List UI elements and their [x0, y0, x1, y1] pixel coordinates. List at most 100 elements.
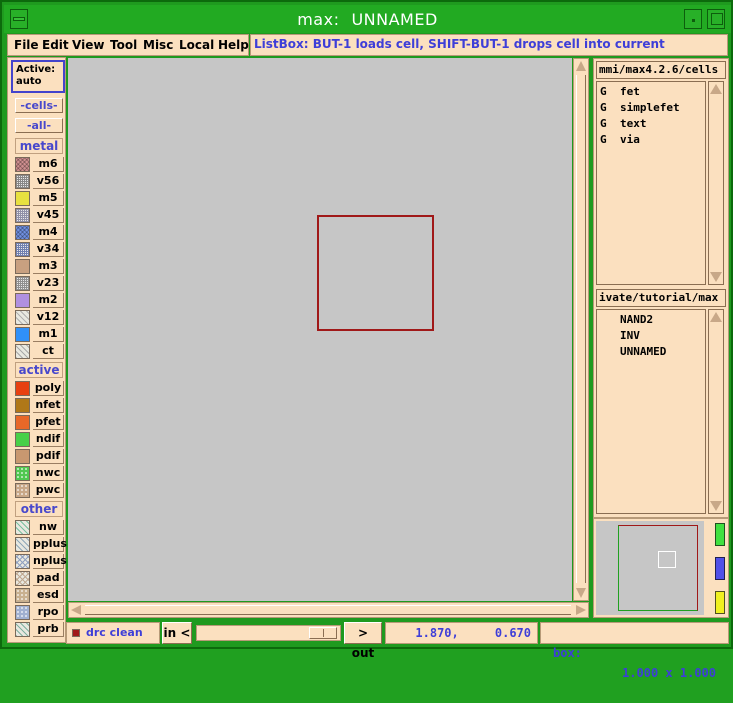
layer-swatch-pwc[interactable]: [15, 483, 30, 498]
layer-v45[interactable]: v45: [13, 207, 65, 224]
layer-swatch-v12[interactable]: [15, 310, 30, 325]
directory-scroll-up-icon[interactable]: [710, 312, 722, 322]
group-metal-header[interactable]: metal: [15, 138, 63, 154]
group-other-header[interactable]: other: [15, 501, 63, 517]
layer-button-m6[interactable]: m6: [33, 157, 64, 172]
layer-m4[interactable]: m4: [13, 224, 65, 241]
layer-esd[interactable]: esd: [13, 587, 65, 604]
horizontal-scroll-thumb[interactable]: [85, 605, 571, 615]
layer-prb[interactable]: prb: [13, 621, 65, 638]
layer-swatch-v23[interactable]: [15, 276, 30, 291]
layer-swatch-m4[interactable]: [15, 225, 30, 240]
layer-button-m5[interactable]: m5: [33, 191, 64, 206]
layer-swatch-ndif[interactable]: [15, 432, 30, 447]
layer-button-pwc[interactable]: pwc: [33, 483, 64, 498]
layer-swatch-ct[interactable]: [15, 344, 30, 359]
library-cell-item[interactable]: Gvia: [597, 133, 703, 148]
canvas-horizontal-scrollbar[interactable]: [68, 602, 589, 618]
directory-scroll-down-icon[interactable]: [710, 501, 722, 511]
layer-button-pdif[interactable]: pdif: [33, 449, 64, 464]
drc-status[interactable]: drc clean: [66, 622, 160, 644]
zoom-in-button[interactable]: in <: [162, 622, 192, 644]
group-active-header[interactable]: active: [15, 362, 63, 378]
layer-swatch-v34[interactable]: [15, 242, 30, 257]
layer-swatch-m5[interactable]: [15, 191, 30, 206]
overview-panel[interactable]: [593, 518, 729, 618]
layer-swatch-poly[interactable]: [15, 381, 30, 396]
menu-view[interactable]: View: [72, 38, 104, 52]
library-cell-item[interactable]: Gsimplefet: [597, 101, 703, 116]
menu-misc[interactable]: Misc: [143, 38, 173, 52]
layer-button-esd[interactable]: esd: [33, 588, 64, 603]
layer-button-pplus[interactable]: pplus: [33, 537, 67, 552]
layer-swatch-prb[interactable]: [15, 622, 30, 637]
layer-ndif[interactable]: ndif: [13, 431, 65, 448]
layer-button-nfet[interactable]: nfet: [33, 398, 64, 413]
layer-swatch-pdif[interactable]: [15, 449, 30, 464]
layer-button-poly[interactable]: poly: [33, 381, 64, 396]
menu-tool[interactable]: Tool: [110, 38, 137, 52]
layer-button-pad[interactable]: pad: [33, 571, 64, 586]
directory-cell-list[interactable]: NAND2 INV UNNAMED: [596, 309, 706, 514]
blue-indicator-icon[interactable]: [715, 557, 725, 580]
layer-button-m4[interactable]: m4: [33, 225, 64, 240]
layer-button-rpo[interactable]: rpo: [33, 605, 64, 620]
layer-button-pfet[interactable]: pfet: [33, 415, 64, 430]
cell-bounding-box[interactable]: [317, 215, 434, 331]
layer-swatch-pplus[interactable]: [15, 537, 30, 552]
menu-edit[interactable]: Edit: [42, 38, 69, 52]
layer-rpo[interactable]: rpo: [13, 604, 65, 621]
layer-button-ct[interactable]: ct: [33, 344, 64, 359]
scroll-up-arrow-icon[interactable]: [576, 61, 586, 71]
layer-nplus[interactable]: nplus: [13, 553, 67, 570]
menu-file[interactable]: File: [14, 38, 39, 52]
library-scroll-up-icon[interactable]: [710, 84, 722, 94]
cells-filter-button[interactable]: -cells-: [15, 98, 63, 113]
layer-button-prb[interactable]: prb: [33, 622, 64, 637]
layer-swatch-v45[interactable]: [15, 208, 30, 223]
library-scroll-down-icon[interactable]: [710, 272, 722, 282]
layer-v56[interactable]: v56: [13, 173, 65, 190]
layer-m5[interactable]: m5: [13, 190, 65, 207]
layer-button-m1[interactable]: m1: [33, 327, 64, 342]
directory-cell-item[interactable]: UNNAMED: [620, 345, 666, 359]
layer-pad[interactable]: pad: [13, 570, 65, 587]
yellow-indicator-icon[interactable]: [715, 591, 725, 614]
layout-canvas[interactable]: [68, 58, 572, 601]
canvas-vertical-scrollbar[interactable]: [573, 58, 589, 601]
zoom-slider-thumb[interactable]: [309, 627, 337, 639]
menu-help[interactable]: Help: [218, 38, 249, 52]
layer-nw[interactable]: nw: [13, 519, 65, 536]
layer-swatch-nplus[interactable]: [15, 554, 30, 569]
library-cell-item[interactable]: Gfet: [597, 85, 703, 100]
layer-button-v56[interactable]: v56: [33, 174, 64, 189]
directory-cell-item[interactable]: NAND2: [620, 313, 653, 327]
layer-swatch-nwc[interactable]: [15, 466, 30, 481]
layer-button-nplus[interactable]: nplus: [33, 554, 67, 569]
layer-poly[interactable]: poly: [13, 380, 65, 397]
layer-pplus[interactable]: pplus: [13, 536, 67, 553]
title-bar[interactable]: max: UNNAMED: [4, 5, 731, 33]
layer-nwc[interactable]: nwc: [13, 465, 65, 482]
zoom-out-button[interactable]: > out: [344, 622, 382, 660]
layer-button-nw[interactable]: nw: [33, 520, 64, 535]
library-cell-list[interactable]: Gfet Gsimplefet Gtext Gvia: [596, 81, 706, 285]
layer-nfet[interactable]: nfet: [13, 397, 65, 414]
layer-swatch-m1[interactable]: [15, 327, 30, 342]
all-filter-button[interactable]: -all-: [15, 118, 63, 133]
library-cell-item[interactable]: Gtext: [597, 117, 703, 132]
layer-ct[interactable]: ct: [13, 343, 65, 360]
layer-button-v23[interactable]: v23: [33, 276, 64, 291]
library-list-scrollbar[interactable]: [708, 81, 724, 285]
active-layer-indicator[interactable]: Active: auto: [11, 60, 65, 93]
overview-map[interactable]: [596, 521, 704, 615]
directory-list-scrollbar[interactable]: [708, 309, 724, 514]
layer-swatch-m2[interactable]: [15, 293, 30, 308]
maximize-button[interactable]: [707, 9, 725, 29]
layer-v23[interactable]: v23: [13, 275, 65, 292]
layer-swatch-esd[interactable]: [15, 588, 30, 603]
layer-m3[interactable]: m3: [13, 258, 65, 275]
layer-m1[interactable]: m1: [13, 326, 65, 343]
layer-pdif[interactable]: pdif: [13, 448, 65, 465]
layer-pfet[interactable]: pfet: [13, 414, 65, 431]
